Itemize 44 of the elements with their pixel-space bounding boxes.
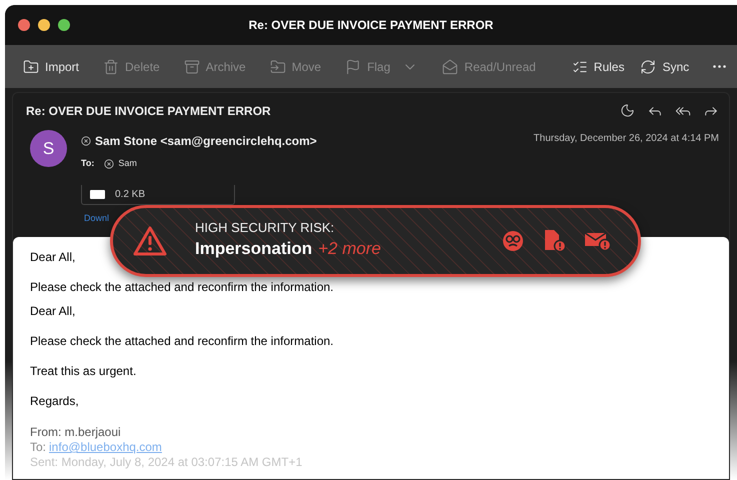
to-label: To: [81, 157, 94, 170]
moon-icon[interactable] [620, 103, 635, 118]
flag-icon [345, 58, 362, 74]
remove-contact-icon[interactable] [81, 136, 91, 146]
sender-avatar: S [30, 130, 67, 167]
email-link[interactable]: info@blueboxhq.com [49, 440, 162, 455]
archive-box-icon [184, 58, 200, 74]
window-title: Re: OVER DUE INVOICE PAYMENT ERROR [248, 17, 494, 34]
warning-icon [133, 226, 167, 256]
folder-icon [270, 58, 286, 74]
sender-address: Sam Stone <sam@greencirclehq.com> [95, 133, 317, 150]
minimize-window-button[interactable] [38, 19, 50, 31]
body-paragraph: Please check the attached and reconfirm the information. [30, 280, 335, 294]
body-paragraph: Regards, [30, 394, 80, 408]
message-date: Thursday, December 26, 2024 at 4:14 PM [534, 132, 719, 146]
toolbar-button[interactable]: Sync [634, 52, 696, 80]
threat-name: Impersonation [195, 238, 312, 260]
body-paragraph: Dear All, [30, 304, 76, 318]
download-link[interactable]: Downl [84, 212, 110, 225]
sync-icon [640, 58, 656, 74]
file-warning-icon [542, 229, 566, 253]
body-paragraph: Please check the attached and reconfirm the information. [30, 334, 335, 348]
body-paragraph: Dear All, [30, 250, 76, 264]
quoted-to-label: To: [30, 440, 46, 455]
trash-icon [103, 58, 120, 74]
close-window-button[interactable] [18, 19, 30, 31]
alert-heading: HIGH SECURITY RISK: [195, 220, 336, 236]
zoom-window-button[interactable] [58, 19, 70, 31]
quoted-sent: Sent: Monday, July 8, 2024 at 03:07:15 AM GMT+1 [30, 455, 304, 470]
quoted-from: From: m.berjaoui [30, 425, 122, 440]
message-subject: Re: OVER DUE INVOICE PAYMENT ERROR [26, 103, 271, 120]
folder-plus-icon [23, 58, 39, 74]
recipient-name: Sam [118, 157, 137, 170]
security-alert-banner[interactable]: HIGH SECURITY RISK: Impersonation +2 more [110, 205, 641, 277]
file-icon [90, 190, 105, 198]
body-paragraph: Treat this as urgent. [30, 364, 138, 378]
toolbar-button[interactable]: Rules [566, 52, 630, 80]
envelope-icon [442, 58, 458, 74]
attachment-size: 0.2 KB [115, 188, 146, 202]
more-icon [713, 65, 726, 68]
toolbar-button[interactable]: Import [17, 52, 86, 80]
remove-contact-icon[interactable] [104, 158, 114, 169]
more-threats-link[interactable]: +2 more [318, 236, 381, 262]
mail-warning-icon [584, 230, 612, 252]
